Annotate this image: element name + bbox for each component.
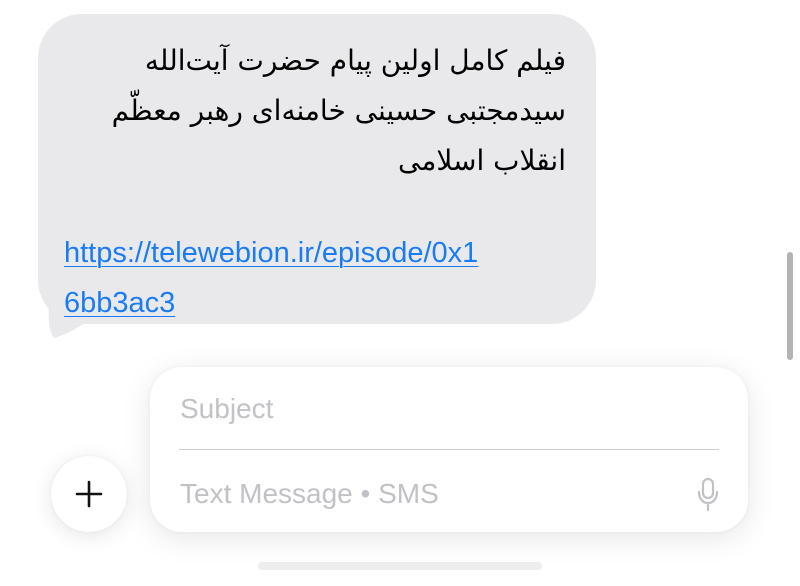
message-text: فیلم کامل اولین پیام حضرت آیت‌الله سیدمج…	[111, 44, 566, 177]
microphone-icon	[697, 477, 719, 512]
message-bubble[interactable]: فیلم کامل اولین پیام حضرت آیت‌الله سیدمج…	[38, 14, 596, 324]
compose-box	[150, 367, 748, 532]
scroll-indicator[interactable]	[787, 252, 793, 360]
message-field[interactable]	[180, 474, 660, 514]
dictation-button[interactable]	[694, 475, 722, 515]
message-link[interactable]: https://telewebion.ir/episode/0x16bb3ac3	[64, 228, 494, 328]
plus-icon	[75, 480, 103, 508]
add-attachment-button[interactable]	[51, 456, 127, 532]
home-indicator	[258, 562, 542, 570]
compose-divider	[179, 449, 719, 450]
subject-field[interactable]	[180, 389, 720, 429]
